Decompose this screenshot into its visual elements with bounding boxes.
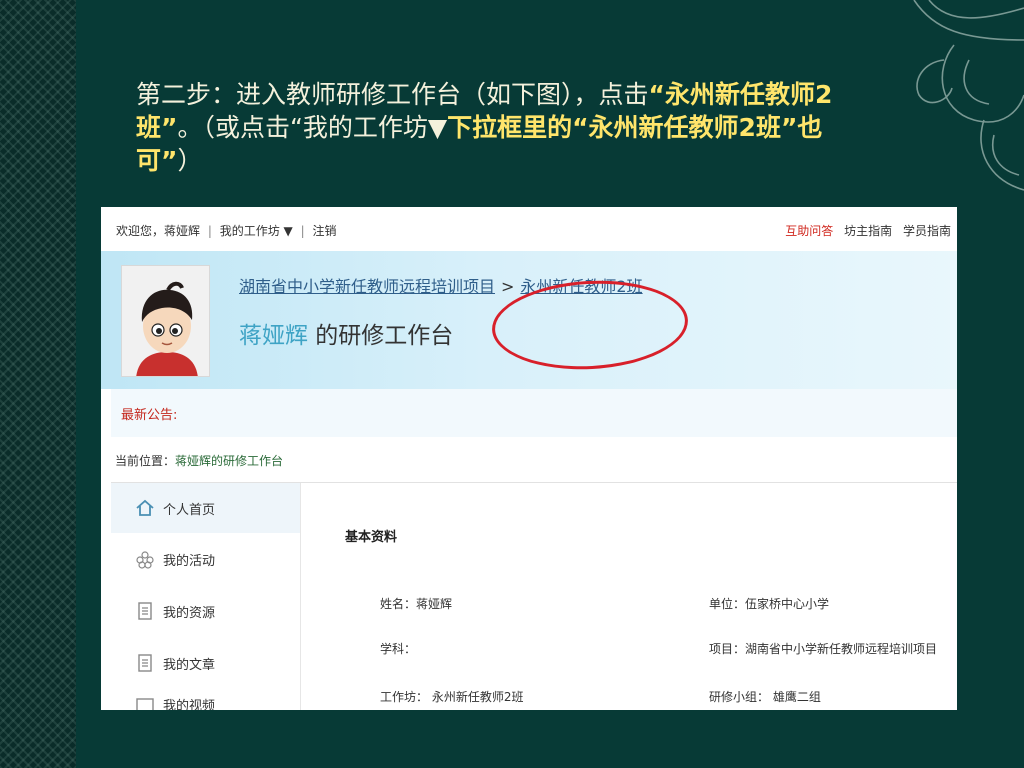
nav-item-activities[interactable]: 我的活动 — [111, 533, 300, 585]
profile-name: 姓名：蒋娅辉 — [380, 597, 453, 611]
nav-item-resources[interactable]: 我的资源 — [111, 585, 300, 637]
instruction-part-1: 第二步：进入教师研修工作台（如下图），点击 — [136, 80, 649, 109]
page-title: 蒋娅辉 的研修工作台 — [239, 316, 453, 350]
avatar — [121, 265, 210, 377]
video-icon — [136, 698, 154, 710]
instruction-text: 第二步：进入教师研修工作台（如下图），点击“永州新任教师2班”。（或点击“我的工… — [136, 78, 866, 177]
nav-item-label: 我的文章 — [163, 657, 216, 673]
divider: | — [207, 224, 212, 238]
document-icon — [138, 602, 152, 620]
notice-label: 最新公告: — [121, 408, 178, 423]
side-navigation: 个人首页 我的活动 我的资源 我的文章 我的视频 — [111, 483, 301, 710]
student-guide-link[interactable]: 学员指南 — [903, 224, 951, 238]
location-bar: 当前位置：蒋娅辉的研修工作台 — [111, 437, 957, 483]
notice-bar: 最新公告: — [111, 389, 957, 437]
location-label: 当前位置： — [115, 454, 176, 468]
divider: | — [300, 224, 305, 238]
breadcrumb-separator: > — [501, 277, 515, 296]
screenshot-panel: 欢迎您，蒋娅辉 | 我的工作坊 ▼ | 注销 互助问答 坊主指南 学员指南 湖南… — [101, 207, 957, 710]
instruction-part-2: 。（或点击“我的工作坊▼ — [177, 113, 448, 142]
profile-group: 研修小组： 雄鹰二组 — [709, 690, 821, 704]
help-qa-link[interactable]: 互助问答 — [785, 224, 833, 238]
nav-item-label: 我的活动 — [163, 553, 216, 569]
header-banner: 湖南省中小学新任教师远程培训项目 > 永州新任教师2班 蒋娅辉 的研修工作台 — [101, 251, 957, 389]
host-guide-link[interactable]: 坊主指南 — [844, 224, 892, 238]
page-title-suffix: 的研修工作台 — [308, 323, 454, 349]
profile-unit: 单位：伍家桥中心小学 — [709, 597, 830, 611]
nav-item-articles[interactable]: 我的文章 — [111, 637, 300, 689]
profile-heading: 基本资料 — [345, 530, 398, 545]
decorative-side-strip — [0, 0, 76, 768]
nav-item-label: 我的资源 — [163, 605, 216, 621]
avatar-illustration — [122, 266, 209, 376]
home-icon — [136, 499, 154, 516]
nav-item-label: 个人首页 — [163, 502, 216, 518]
flower-icon — [136, 551, 154, 569]
my-workshop-dropdown[interactable]: 我的工作坊 ▼ — [220, 224, 293, 238]
profile-content: 基本资料 姓名：蒋娅辉 单位：伍家桥中心小学 学科： 项目：湖南省中小学新任教师… — [301, 483, 957, 710]
profile-project: 项目：湖南省中小学新任教师远程培训项目 — [709, 642, 938, 656]
document-icon — [138, 654, 152, 672]
nav-item-videos[interactable]: 我的视频 — [111, 689, 300, 710]
welcome-text: 欢迎您，蒋娅辉 — [116, 224, 201, 238]
instruction-part-3: ） — [177, 146, 203, 175]
breadcrumb-project-link[interactable]: 湖南省中小学新任教师远程培训项目 — [239, 277, 495, 296]
profile-workshop: 工作坊： 永州新任教师2班 — [380, 690, 524, 704]
nav-item-home[interactable]: 个人首页 — [111, 483, 300, 533]
user-name: 蒋娅辉 — [239, 323, 308, 349]
logout-link[interactable]: 注销 — [312, 224, 336, 238]
profile-subject: 学科： — [380, 642, 417, 656]
top-bar: 欢迎您，蒋娅辉 | 我的工作坊 ▼ | 注销 互助问答 坊主指南 学员指南 — [101, 207, 957, 251]
nav-item-label: 我的视频 — [163, 699, 216, 710]
floral-ornament — [913, 0, 1024, 191]
location-current-link[interactable]: 蒋娅辉的研修工作台 — [175, 454, 283, 468]
